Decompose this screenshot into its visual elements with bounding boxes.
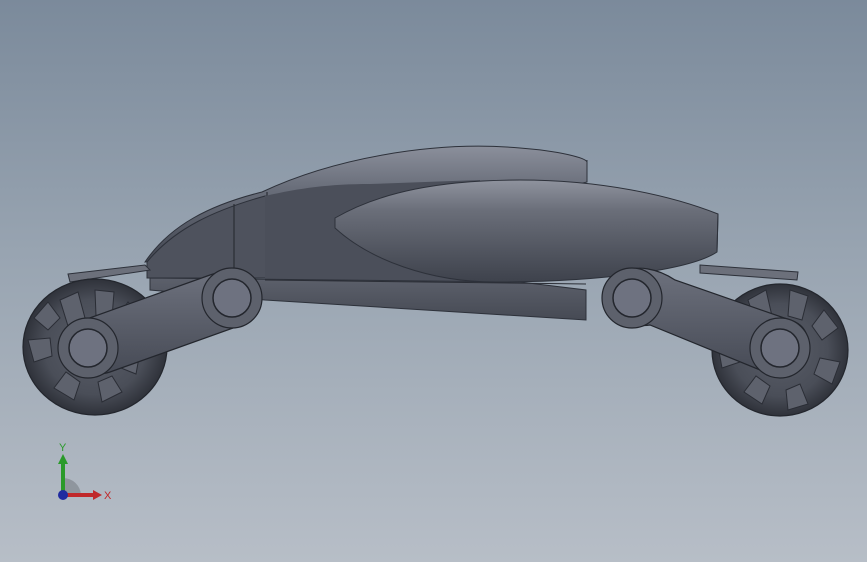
y-axis-label: Y	[59, 442, 67, 454]
x-axis-label: X	[104, 490, 112, 502]
z-axis-dot	[58, 490, 68, 500]
robot-car-model[interactable]	[0, 0, 867, 562]
rear-rail	[67, 264, 152, 283]
3d-viewport[interactable]: Y X	[0, 0, 867, 562]
coordinate-triad: Y X	[58, 442, 112, 502]
front-rail	[699, 264, 799, 281]
